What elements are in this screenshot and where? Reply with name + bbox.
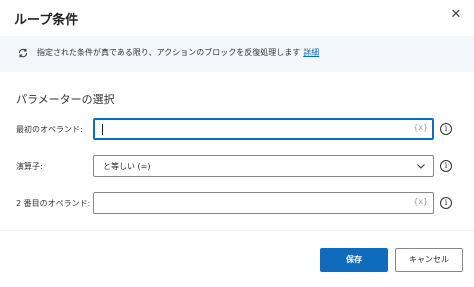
cancel-button[interactable]: キャンセル xyxy=(395,248,463,272)
operator-value: と等しい (=) xyxy=(103,162,151,171)
operator-select[interactable]: と等しい (=) xyxy=(93,155,434,177)
first-operand-label: 最初のオペランド: xyxy=(16,125,83,134)
first-operand-input[interactable]: {x} xyxy=(93,118,434,140)
info-icon[interactable]: i xyxy=(440,160,452,172)
operator-label: 演算子: xyxy=(16,162,43,171)
loop-condition-dialog: ループ条件 ✕ 指定された条件が真である限り、アクションのブロックを反復処理しま… xyxy=(0,0,474,287)
save-button[interactable]: 保存 xyxy=(320,248,388,272)
variable-icon[interactable]: {x} xyxy=(414,197,428,206)
info-icon[interactable]: i xyxy=(440,197,452,209)
info-description: 指定された条件が真である限り、アクションのブロックを反復処理します xyxy=(37,48,301,57)
details-link[interactable]: 詳細 xyxy=(303,48,319,57)
dialog-title: ループ条件 xyxy=(14,13,79,28)
section-title: パラメーターの選択 xyxy=(16,93,115,106)
info-icon[interactable]: i xyxy=(440,123,452,135)
loop-icon xyxy=(19,48,27,58)
second-operand-label: 2 番目のオペランド: xyxy=(16,199,91,208)
chevron-down-icon xyxy=(417,164,425,169)
text-caret xyxy=(102,124,103,135)
variable-icon[interactable]: {x} xyxy=(414,123,428,132)
close-icon[interactable]: ✕ xyxy=(449,8,463,22)
footer-divider xyxy=(0,230,474,231)
second-operand-input[interactable]: {x} xyxy=(93,192,434,214)
info-text: 指定された条件が真である限り、アクションのブロックを反復処理します 詳細 xyxy=(37,47,319,58)
